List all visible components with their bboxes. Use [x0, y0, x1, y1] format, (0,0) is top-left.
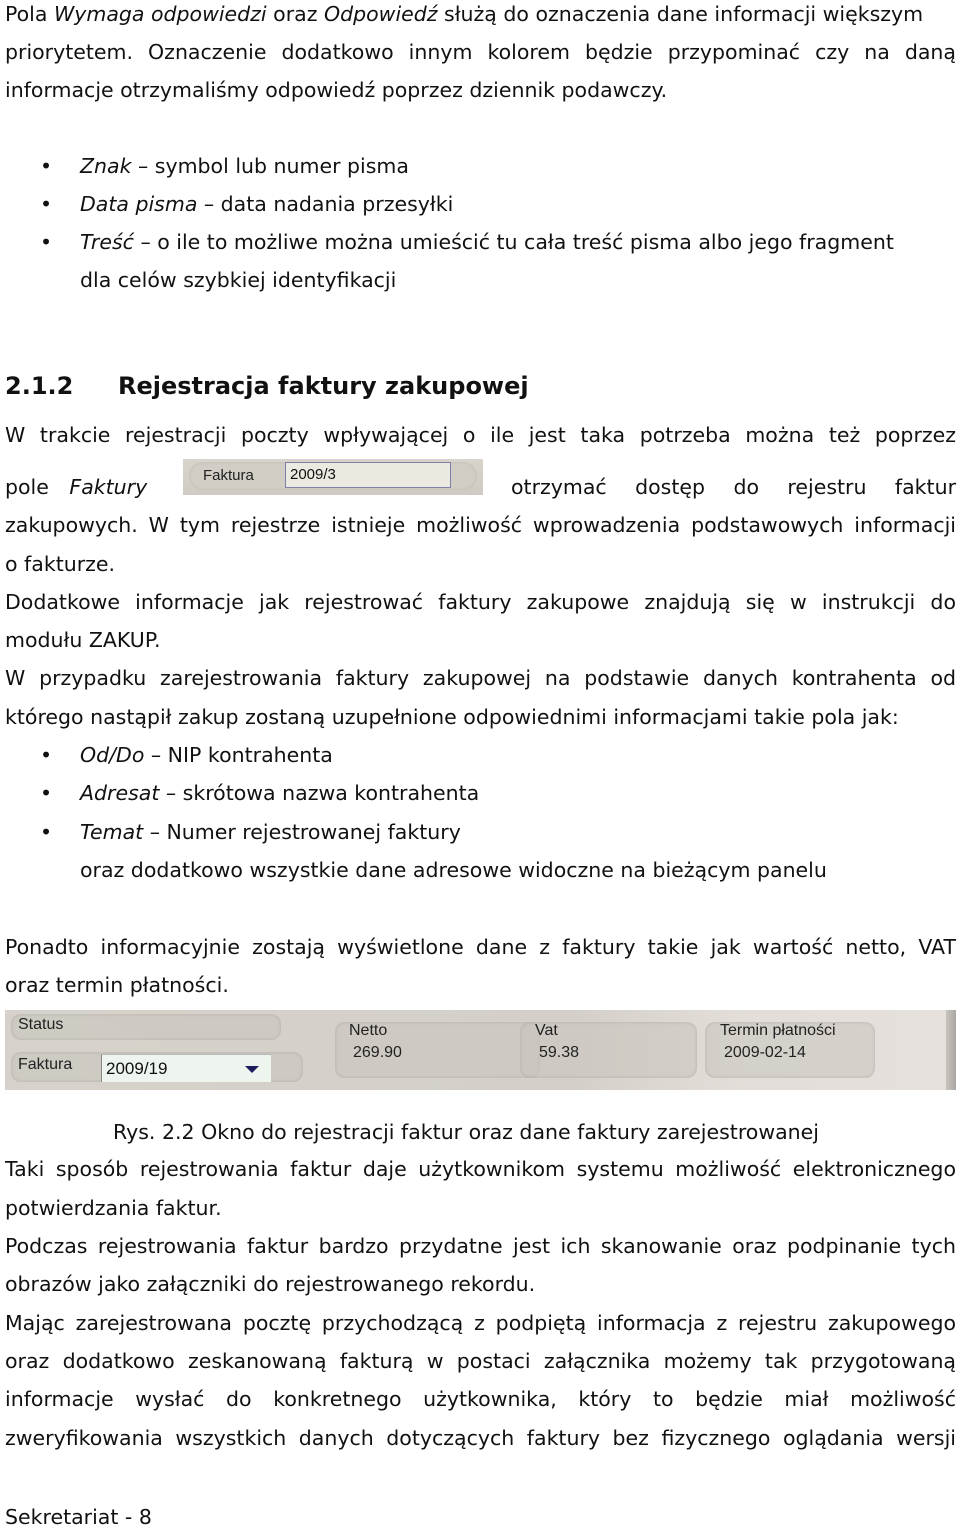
bullet-term: Znak [80, 154, 132, 178]
bullet-term: Adresat [80, 781, 160, 805]
bullet-icon: • [40, 230, 53, 254]
text: służą do oznaczenia dane informacji więk… [437, 2, 924, 26]
text: Pola [5, 2, 54, 26]
para7-line-3: informacje wysłać do konkretnego użytkow… [5, 1387, 956, 1411]
bullet-icon: • [40, 192, 53, 216]
bullet-desc: – skrótowa nazwa kontrahenta [159, 781, 480, 805]
bullet-icon: • [40, 743, 53, 767]
field-name-odpowiedz: Odpowiedź [323, 2, 438, 26]
faktura-combobox[interactable]: 2009/19 [101, 1054, 271, 1082]
dropdown-arrow-icon[interactable] [245, 1066, 259, 1073]
text: oraz [266, 2, 324, 26]
figure-caption: Rys. 2.2 Okno do rejestracji faktur oraz… [113, 1120, 819, 1144]
faktura-value: 2009/19 [106, 1059, 168, 1078]
invoice-panel-screenshot: Status Faktura 2009/19 Netto 269.90 Vat … [5, 1010, 956, 1090]
page-footer: Sekretariat - 8 [5, 1505, 152, 1529]
section-heading: 2.1.2 Rejestracja faktury zakupowej [5, 372, 529, 400]
bullet-continuation: dla celów szybkiej identyfikacji [80, 268, 397, 292]
bullet-icon: • [40, 154, 53, 178]
bullet-icon: • [40, 820, 53, 844]
intro-line-3: informacje otrzymaliśmy odpowiedź poprze… [5, 78, 668, 102]
faktura-label: Faktura [203, 467, 254, 484]
para4-line-1: Ponadto informacyjnie zostają wyświetlon… [5, 935, 956, 959]
para6-line-2: obrazów jako załączniki do rejestrowaneg… [5, 1272, 536, 1296]
bullet-term: Temat [80, 820, 144, 844]
termin-label: Termin płatności [720, 1022, 836, 1039]
para1-line-3: zakupowych. W tym rejestrze istnieje moż… [5, 513, 956, 537]
para6-line-1: Podczas rejestrowania faktur bardzo przy… [5, 1234, 956, 1258]
status-label: Status [18, 1016, 64, 1033]
field-name-faktury: Faktury [69, 475, 148, 499]
netto-label: Netto [349, 1022, 388, 1039]
para1-line-2-pre: pole Faktury [5, 475, 147, 499]
para1-line-1: W trakcie rejestracji poczty wpływającej… [5, 423, 956, 447]
para7-line-2: oraz dodatkowo zeskanowaną fakturą w pos… [5, 1349, 956, 1373]
para2-line-1: Dodatkowe informacje jak rejestrować fak… [5, 590, 956, 614]
bullet-term: Data pisma [80, 192, 198, 216]
para1-line-4: o fakturze. [5, 552, 116, 576]
bullet-term: Treść [80, 230, 134, 254]
text: pole [5, 475, 49, 499]
faktura-field-screenshot: Faktura 2009/3 [183, 459, 483, 495]
para4-line-2: oraz termin płatności. [5, 973, 229, 997]
bullet-desc: – o ile to możliwe można umieścić tu cał… [133, 230, 894, 254]
para5-line-2: potwierdzania faktur. [5, 1196, 222, 1220]
bullet-desc: – Numer rejestrowanej faktury [143, 820, 461, 844]
faktura-input[interactable]: 2009/3 [285, 462, 451, 488]
bullet-continuation: oraz dodatkowo wszystkie dane adresowe w… [80, 858, 827, 882]
section-title: Rejestracja faktury zakupowej [118, 372, 529, 400]
para3-line-2: którego nastąpił zakup zostaną uzupełnio… [5, 705, 899, 729]
para3-line-1: W przypadku zarejestrowania faktury zaku… [5, 666, 956, 690]
bullet-term: Od/Do [80, 743, 145, 767]
field-name-wymaga-odpowiedzi: Wymaga odpowiedzi [53, 2, 267, 26]
para5-line-1: Taki sposób rejestrowania faktur daje uż… [5, 1157, 956, 1181]
bullet-desc: – symbol lub numer pisma [131, 154, 409, 178]
faktura-label: Faktura [18, 1056, 73, 1073]
bullet-icon: • [40, 781, 53, 805]
bullet-desc: – NIP kontrahenta [144, 743, 333, 767]
panel-edge [946, 1010, 956, 1090]
intro-line-1: Pola Wymaga odpowiedzi oraz Odpowiedź sł… [5, 2, 956, 26]
para7-line-4: zweryfikowania wszystkich danych dotyczą… [5, 1426, 956, 1450]
termin-value: 2009-02-14 [724, 1044, 806, 1061]
para2-line-2: modułu ZAKUP. [5, 628, 161, 652]
vat-label: Vat [535, 1022, 558, 1039]
vat-value: 59.38 [539, 1044, 580, 1061]
section-number: 2.1.2 [5, 372, 74, 400]
bullet-desc: – data nadania przesyłki [197, 192, 454, 216]
para1-line-2-post: otrzymać dostęp do rejestru faktur [511, 475, 956, 499]
netto-value: 269.90 [353, 1044, 402, 1061]
para7-line-1: Mając zarejestrowana pocztę przychodzącą… [5, 1311, 956, 1335]
intro-line-2: priorytetem. Oznaczenie dodatkowo innym … [5, 40, 956, 64]
